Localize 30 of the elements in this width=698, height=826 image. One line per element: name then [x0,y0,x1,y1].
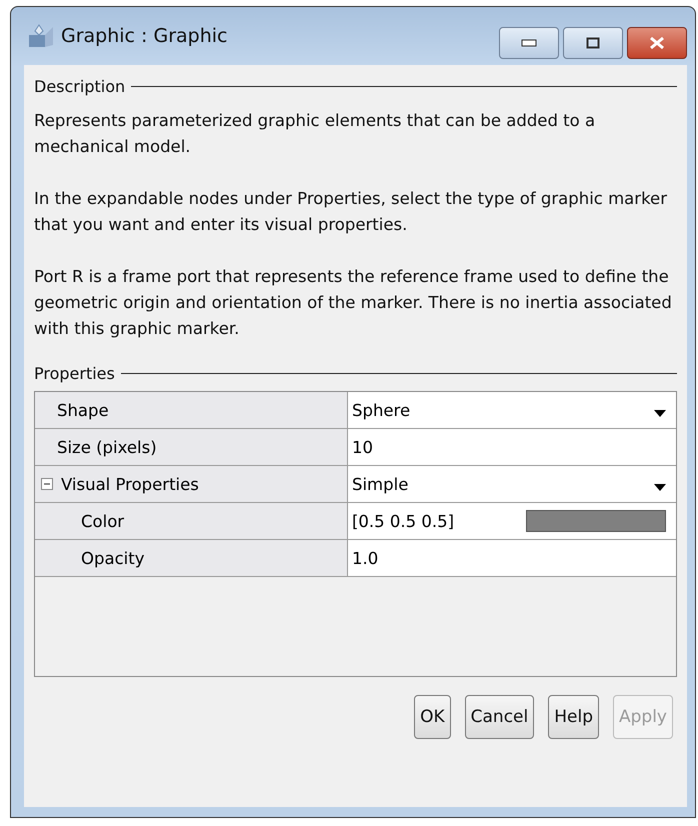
collapse-icon[interactable] [41,478,53,490]
window-title: Graphic : Graphic [61,25,228,47]
description-paragraph: In the expandable nodes under Properties, select the type of graphic marker that you want and enter its visual properties. [34,188,668,236]
description-paragraph: Represents parameterized graphic elements that can be added to a mechanical model. [34,110,596,158]
dialog-button[interactable]: Cancel [464,695,534,739]
close-icon [649,36,665,50]
dialog-button[interactable]: Help [548,695,599,739]
property-label: Visual Properties [61,474,199,494]
color-swatch[interactable] [526,510,666,532]
property-label: Opacity [81,548,144,568]
maximize-icon [586,37,600,49]
maximize-button[interactable] [563,27,623,59]
close-button[interactable] [627,27,687,59]
property-dropdown[interactable]: Simple [348,466,676,502]
caret-icon [654,484,666,490]
property-value-field[interactable]: 1.0 [348,540,676,576]
property-dropdown[interactable]: Sphere [348,392,676,428]
property-value-field[interactable]: [0.5 0.5 0.5] [348,503,676,539]
minimize-button[interactable] [499,27,559,59]
property-label: Size (pixels) [57,438,157,456]
section-heading: Properties [34,364,115,383]
property-label: Shape [57,400,109,420]
caret-icon [654,410,666,416]
property-label: Color [81,512,124,530]
dialog-button[interactable]: OK [414,695,451,739]
minimize-icon [521,39,537,47]
description-paragraph: Port R is a frame port that represents the reference frame used to define the geometric origin and orientation of the marker. There is no inertia associated with this graphic marker. [34,266,673,340]
property-value-field[interactable]: 10 [348,429,676,465]
section-heading: Description [34,77,126,96]
graphic-icon [27,23,55,49]
